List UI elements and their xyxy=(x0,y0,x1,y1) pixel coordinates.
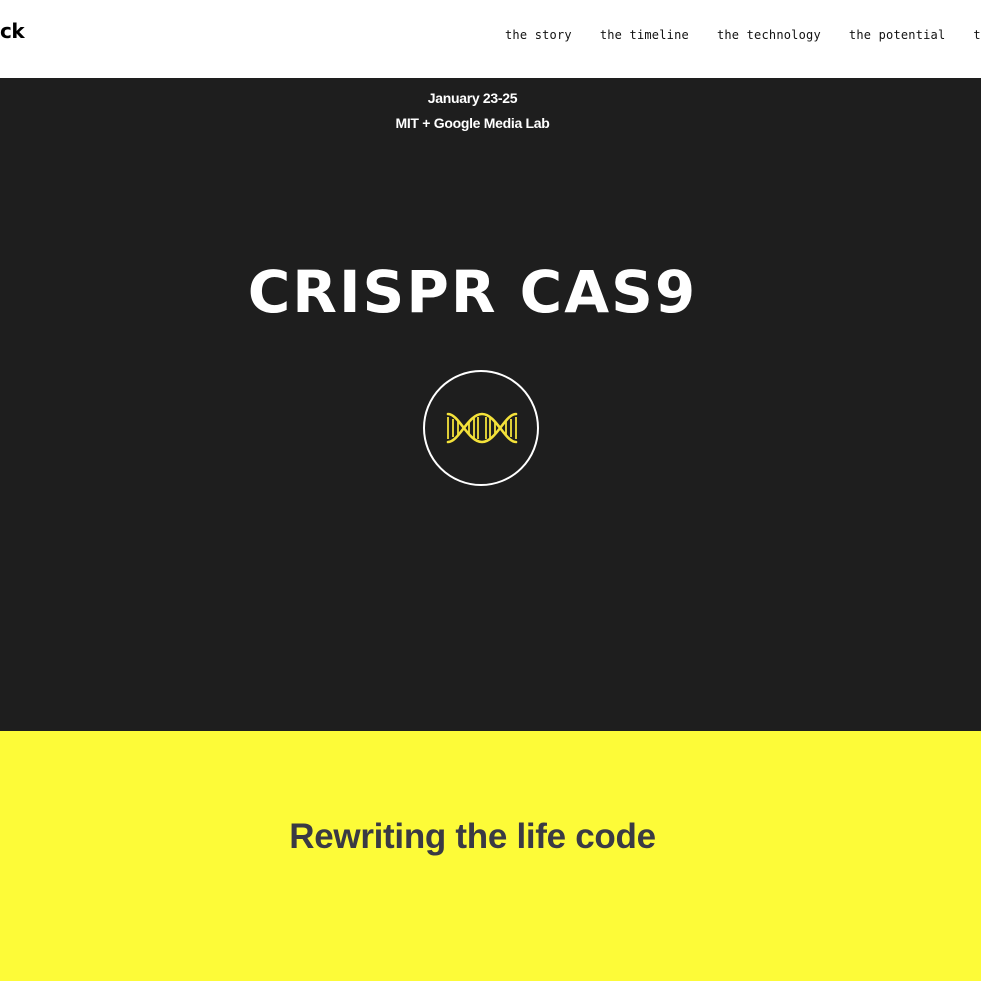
tagline-heading: Rewriting the life code xyxy=(289,817,656,856)
dna-icon xyxy=(446,412,518,444)
dna-badge xyxy=(423,370,539,486)
site-logo[interactable]: ck xyxy=(0,19,25,43)
event-venue: MIT + Google Media Lab xyxy=(395,115,550,131)
nav-link-the-timeline[interactable]: the timeline xyxy=(600,28,689,42)
nav-link-the-story[interactable]: the story xyxy=(505,28,572,42)
nav-link-truncated[interactable]: th xyxy=(973,28,981,42)
event-date: January 23-25 xyxy=(427,90,518,106)
nav-link-the-technology[interactable]: the technology xyxy=(717,28,821,42)
tagline-section: Rewriting the life code xyxy=(0,731,981,981)
hero-section: January 23-25 MIT + Google Media Lab CRI… xyxy=(0,78,981,731)
main-nav: the story the timeline the technology the p… xyxy=(505,26,981,44)
nav-link-the-potential[interactable]: the potential xyxy=(849,28,946,42)
top-navigation-bar: ck the story the timeline the technology th… xyxy=(0,0,981,78)
hero-title: CRISPR CAS9 xyxy=(247,258,698,326)
